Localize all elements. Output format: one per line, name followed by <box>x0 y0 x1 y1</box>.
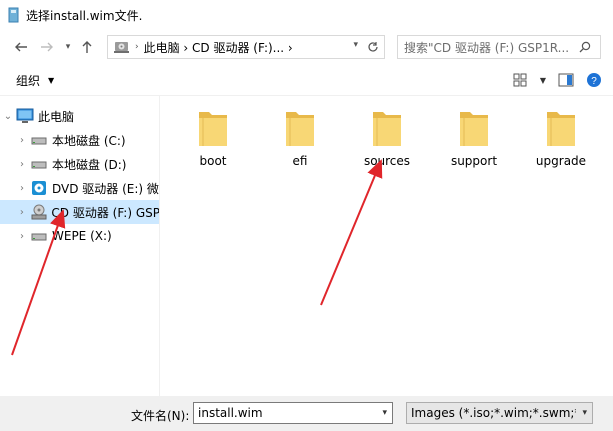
search-box[interactable]: 搜索"CD 驱动器 (F:) GSP1R... <box>397 35 601 59</box>
file-type-select[interactable]: Images (*.iso;*.wim;*.swm;*.e ▾ <box>406 402 593 424</box>
dvd-icon <box>30 180 48 196</box>
navigation-bar: ▾ › 此电脑 › CD 驱动器 (F:)... › ▾ 搜索"CD 驱动器 (… <box>0 30 613 64</box>
tree-item-label: WEPE (X:) <box>52 229 112 243</box>
tree-collapse-icon[interactable]: › <box>14 231 30 242</box>
file-name-value[interactable]: install.wim <box>198 406 263 420</box>
tree-item-drive-e[interactable]: › DVD 驱动器 (E:) 微 <box>0 176 159 200</box>
folder-name: boot <box>199 154 227 168</box>
tree-collapse-icon[interactable]: › <box>14 207 30 218</box>
file-name-input[interactable]: install.wim ▾ <box>193 402 393 424</box>
drive-icon <box>30 132 48 148</box>
tree-item-label: 本地磁盘 (D:) <box>52 157 127 172</box>
tree-item-drive-d[interactable]: › 本地磁盘 (D:) <box>0 152 159 176</box>
computer-icon <box>114 42 129 53</box>
view-controls: ▼ ? <box>503 70 605 90</box>
drive-icon <box>30 156 48 172</box>
title-bar: 选择install.wim文件. <box>0 0 613 30</box>
svg-text:?: ? <box>591 76 597 87</box>
forward-arrow-icon[interactable] <box>36 36 58 58</box>
folder-icon <box>286 112 314 146</box>
back-arrow-icon[interactable] <box>10 36 32 58</box>
command-toolbar: 组织 ▼ ▼ ? <box>0 64 613 96</box>
folder-icon <box>199 112 227 146</box>
organize-button[interactable]: 组织 ▼ <box>16 72 54 89</box>
file-name-bar: 文件名(N): install.wim ▾ Images (*.iso;*.wi… <box>0 396 613 431</box>
tree-item-drive-c[interactable]: › 本地磁盘 (C:) <box>0 128 159 152</box>
file-type-value: Images (*.iso;*.wim;*.swm;*.e <box>411 406 576 420</box>
cd-drive-icon <box>30 204 48 220</box>
up-arrow-icon[interactable] <box>76 36 98 58</box>
search-icon[interactable] <box>574 41 596 53</box>
help-icon[interactable]: ? <box>583 70 605 90</box>
chevron-down-icon: ▼ <box>48 75 55 85</box>
address-bar[interactable]: › 此电脑 › CD 驱动器 (F:)... › ▾ <box>107 35 385 59</box>
folder-name: upgrade <box>535 154 587 168</box>
folder-icon <box>460 112 488 146</box>
folder-name: support <box>450 154 498 168</box>
organize-label: 组织 <box>16 73 41 88</box>
tree-item-label: 本地磁盘 (C:) <box>52 133 126 148</box>
tree-item-drive-x[interactable]: › WEPE (X:) <box>0 224 159 248</box>
folder-icon <box>373 112 401 146</box>
refresh-icon[interactable] <box>361 36 383 58</box>
search-input[interactable]: 搜索"CD 驱动器 (F:) GSP1R... <box>398 39 574 56</box>
tree-expand-icon[interactable]: ⌄ <box>0 111 16 122</box>
tree-item-label: 此电脑 <box>38 109 75 124</box>
drive-icon <box>30 228 48 244</box>
file-name-label: 文件名(N): <box>131 409 190 423</box>
tree-item-this-pc[interactable]: ⌄ 此电脑 <box>0 104 159 128</box>
app-icon <box>8 7 19 23</box>
breadcrumb[interactable]: 此电脑 › CD 驱动器 (F:)... › <box>144 39 293 56</box>
monitor-icon <box>16 108 34 124</box>
navigation-pane: ⌄ 此电脑 › 本地磁盘 (C:) › 本地磁盘 (D:) › DVD 驱动器 … <box>0 96 160 396</box>
tree-collapse-icon[interactable]: › <box>14 135 30 146</box>
folder-icon <box>547 112 575 146</box>
window-title: 选择install.wim文件. <box>26 8 143 23</box>
chevron-down-icon[interactable]: ▾ <box>62 36 74 58</box>
tree-item-label: DVD 驱动器 (E:) 微 <box>52 181 159 196</box>
tree-collapse-icon[interactable]: › <box>14 183 30 194</box>
address-dropdown-icon[interactable]: ▾ <box>353 40 358 50</box>
folder-item-boot[interactable]: boot <box>173 96 253 172</box>
view-grid-icon[interactable] <box>509 70 531 90</box>
view-dropdown-icon[interactable]: ▼ <box>537 70 549 90</box>
tree-item-drive-f[interactable]: › CD 驱动器 (F:) GSP <box>0 200 160 224</box>
preview-pane-icon[interactable] <box>555 70 577 90</box>
tree-item-label: CD 驱动器 (F:) GSP <box>51 205 160 220</box>
chevron-down-icon[interactable]: ▾ <box>582 408 587 418</box>
tree-collapse-icon[interactable]: › <box>14 159 30 170</box>
chevron-down-icon[interactable]: ▾ <box>382 408 387 418</box>
folder-name: sources <box>363 154 411 168</box>
folder-item-support[interactable]: support <box>434 96 514 172</box>
folder-item-efi[interactable]: efi <box>260 96 340 172</box>
folder-item-upgrade[interactable]: upgrade <box>521 96 601 172</box>
file-list: boot efi sources support upgrade <box>161 96 613 396</box>
breadcrumb-separator-icon: › <box>135 42 139 52</box>
folder-name: efi <box>292 154 308 168</box>
folder-item-sources[interactable]: sources <box>347 96 427 172</box>
